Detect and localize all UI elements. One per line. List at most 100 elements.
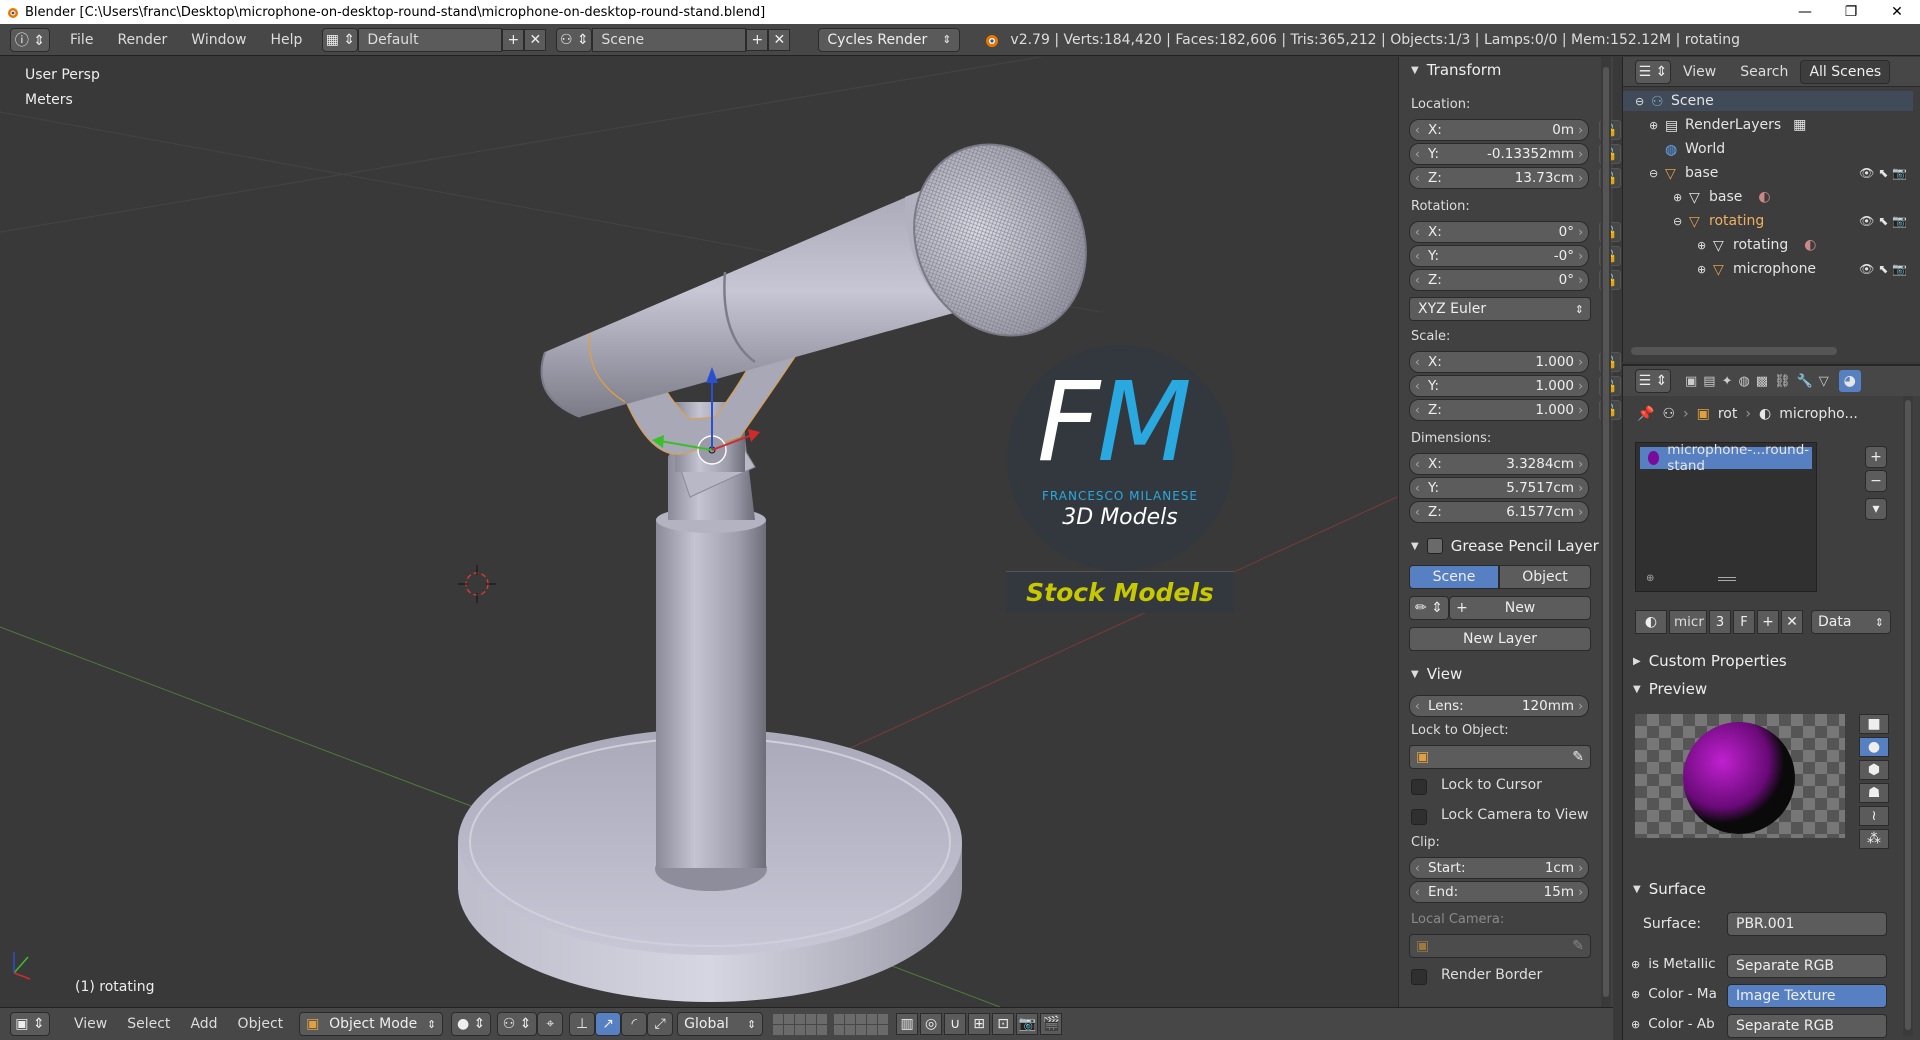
scrollbar-thumb[interactable] (1905, 400, 1911, 1030)
properties-scrollbar[interactable] (1903, 396, 1913, 1036)
surface-header[interactable]: ▼ Surface (1625, 876, 1706, 902)
outliner-row-rotating[interactable]: ⊖ ▽ rotating 👁 ⬉ 📷 (1673, 211, 1913, 231)
new-material-button[interactable]: + (1757, 610, 1779, 634)
material-slot-list[interactable]: microphone-...round-stand ⊕ (1635, 442, 1817, 592)
layout-selector-button[interactable]: ▦ ⇕ (322, 27, 359, 52)
material-slot-item[interactable]: microphone-...round-stand (1640, 442, 1812, 474)
material-name-field[interactable]: micr (1669, 610, 1707, 634)
clip-start-field[interactable]: Start: 1cm (1409, 857, 1589, 879)
menu-file[interactable]: File (58, 32, 105, 48)
material-link-select[interactable]: Data ⇕ (1811, 610, 1891, 634)
render-still-icon[interactable]: 📷 (1016, 1013, 1039, 1035)
scene-name-field[interactable]: Scene (592, 27, 747, 52)
maximize-button[interactable]: ❐ (1828, 0, 1874, 24)
close-button[interactable]: ✕ (1874, 0, 1920, 24)
grease-scene-tab[interactable]: Scene (1409, 565, 1499, 589)
lock-cursor-checkbox[interactable] (1411, 779, 1427, 795)
drag-handle-icon[interactable]: ⊕ (1646, 573, 1654, 584)
lens-field[interactable]: Lens: 120mm (1409, 695, 1589, 717)
visibility-icons[interactable]: 👁 ⬉ 📷 (1859, 166, 1907, 180)
color-ab-input-select[interactable]: Separate RGB (1727, 1014, 1887, 1038)
preview-sphere-button[interactable]: ● (1859, 737, 1889, 757)
scene-selector-button[interactable]: ⚇ ⇕ (556, 27, 593, 52)
grease-new-button[interactable]: + New (1449, 596, 1591, 620)
editor-type-button[interactable]: ⓘ ⇕ (10, 27, 50, 52)
menu-view[interactable]: View (64, 1012, 117, 1036)
move-manipulator[interactable]: ↗ (595, 1012, 622, 1036)
visibility-icons[interactable]: 👁 ⬉ 📷 (1859, 214, 1907, 228)
view-panel-header[interactable]: ▼ View (1403, 661, 1462, 687)
outliner-row-base[interactable]: ⊖ ▽ base 👁 ⬉ 📷 (1649, 163, 1913, 183)
pencil-selector[interactable]: ✏ ⇕ (1409, 596, 1449, 620)
outliner-view-menu[interactable]: View (1671, 64, 1728, 80)
location-y-field[interactable]: Y: -0.13352mm (1409, 143, 1589, 165)
transform-orientation-select[interactable]: Global ⇕ (677, 1012, 764, 1036)
unlink-material-button[interactable]: ✕ (1781, 610, 1803, 634)
viewport-editor-type[interactable]: ▣ ⇕ (10, 1012, 50, 1036)
scale-x-field[interactable]: X: 1.000 (1409, 351, 1589, 373)
pivot-point-select[interactable]: ⚇ ⇕ (497, 1012, 538, 1036)
material-tab-icon[interactable]: ◕ (1838, 370, 1861, 392)
proportional-edit-icon[interactable]: ◎ (920, 1013, 943, 1035)
context-tabs[interactable]: ▣▤✦◍▩⛓🔧▽ (1685, 374, 1835, 389)
resize-handle-icon[interactable] (1718, 577, 1736, 581)
grease-pencil-panel-header[interactable]: ▼ Grease Pencil Layer (1403, 533, 1599, 559)
outliner-row-base-mesh[interactable]: ⊕ ▽ base ◐ (1673, 187, 1771, 207)
3d-viewport[interactable]: User Persp Meters (1) rotating F M FRANC… (0, 57, 1397, 1007)
preview-cube-button[interactable]: ⬢ (1859, 760, 1889, 780)
layout-name-field[interactable]: Default (358, 27, 503, 52)
location-z-field[interactable]: Z: 13.73cm (1409, 167, 1589, 189)
outliner-row-microphone[interactable]: ⊕ ▽ microphone 👁 ⬉ 📷 (1697, 259, 1913, 279)
clip-end-field[interactable]: End: 15m (1409, 881, 1589, 903)
custom-properties-header[interactable]: ▶ Custom Properties (1625, 648, 1787, 674)
lock-layer-icon[interactable]: ▥ (896, 1013, 919, 1035)
preview-hair-button[interactable]: ≀ (1859, 806, 1889, 826)
rotation-mode-select[interactable]: XYZ Euler ⇕ (1409, 297, 1591, 321)
outliner-editor-type[interactable]: ☰ ⇕ (1635, 59, 1671, 84)
color-ma-input-select[interactable]: Image Texture (1727, 984, 1887, 1008)
display-mode-select[interactable]: All Scenes (1800, 59, 1891, 84)
visibility-icons[interactable]: 👁 ⬉ 📷 (1859, 262, 1907, 276)
expand-icon[interactable]: ⊕ (1631, 958, 1640, 971)
preview-spheres-button[interactable]: ⁂ (1859, 829, 1889, 849)
rotation-x-field[interactable]: X: 0° (1409, 221, 1589, 243)
scale-z-field[interactable]: Z: 1.000 (1409, 399, 1589, 421)
properties-editor-type[interactable]: ☰ ⇕ (1635, 369, 1671, 393)
outliner-row-renderlayers[interactable]: ⊕ ▤ RenderLayers ▦ (1649, 115, 1806, 135)
preview-flat-button[interactable]: ■ (1859, 714, 1889, 734)
material-users-button[interactable]: 3 (1709, 610, 1731, 634)
menu-object[interactable]: Object (228, 1012, 294, 1036)
lock-camera-checkbox[interactable] (1411, 809, 1427, 825)
new-layer-button[interactable]: New Layer (1409, 627, 1591, 651)
manipulator-toggle[interactable]: ⌖ (537, 1012, 564, 1036)
scale-manipulator[interactable]: ⤢ (647, 1012, 674, 1036)
remove-layout-button[interactable]: ✕ (524, 28, 547, 51)
snap-element-icon[interactable]: ⊞ (968, 1013, 991, 1035)
interaction-mode-select[interactable]: ▣ Object Mode ⇕ (299, 1012, 444, 1036)
render-border-checkbox[interactable] (1411, 969, 1427, 985)
render-animation-icon[interactable]: 🎬 (1040, 1013, 1063, 1035)
grease-object-tab[interactable]: Object (1499, 565, 1591, 589)
dimension-x-field[interactable]: X: 3.3284cm (1409, 453, 1589, 475)
outliner-row-world[interactable]: ◍ World (1665, 139, 1725, 159)
outliner-row-scene[interactable]: ⊖ ⚇ Scene (1623, 91, 1913, 111)
rotation-z-field[interactable]: Z: 0° (1409, 269, 1589, 291)
microphone-body[interactable] (540, 116, 1117, 418)
add-slot-button[interactable]: + (1865, 446, 1887, 468)
render-engine-select[interactable]: Cycles Render ⇕ (818, 27, 961, 52)
snap-magnet-icon[interactable]: ∪ (944, 1013, 967, 1035)
scrollbar-thumb[interactable] (1603, 67, 1609, 997)
outliner-row-rotating-mesh[interactable]: ⊕ ▽ rotating ◐ (1697, 235, 1816, 255)
stand-column[interactable] (655, 402, 767, 891)
location-x-field[interactable]: X: 0m (1409, 119, 1589, 141)
preview-monkey-button[interactable]: ☗ (1859, 783, 1889, 803)
add-scene-button[interactable]: + (746, 28, 769, 51)
menu-window[interactable]: Window (179, 32, 258, 48)
add-layout-button[interactable]: + (502, 28, 525, 51)
outliner-hscrollbar[interactable] (1631, 347, 1837, 355)
viewport-shading-select[interactable]: ● ⇕ (451, 1012, 492, 1036)
layer-grid-1[interactable] (773, 1013, 828, 1035)
remove-scene-button[interactable]: ✕ (768, 28, 791, 51)
minimize-button[interactable]: — (1782, 0, 1828, 24)
preview-header[interactable]: ▼ Preview (1625, 676, 1707, 702)
